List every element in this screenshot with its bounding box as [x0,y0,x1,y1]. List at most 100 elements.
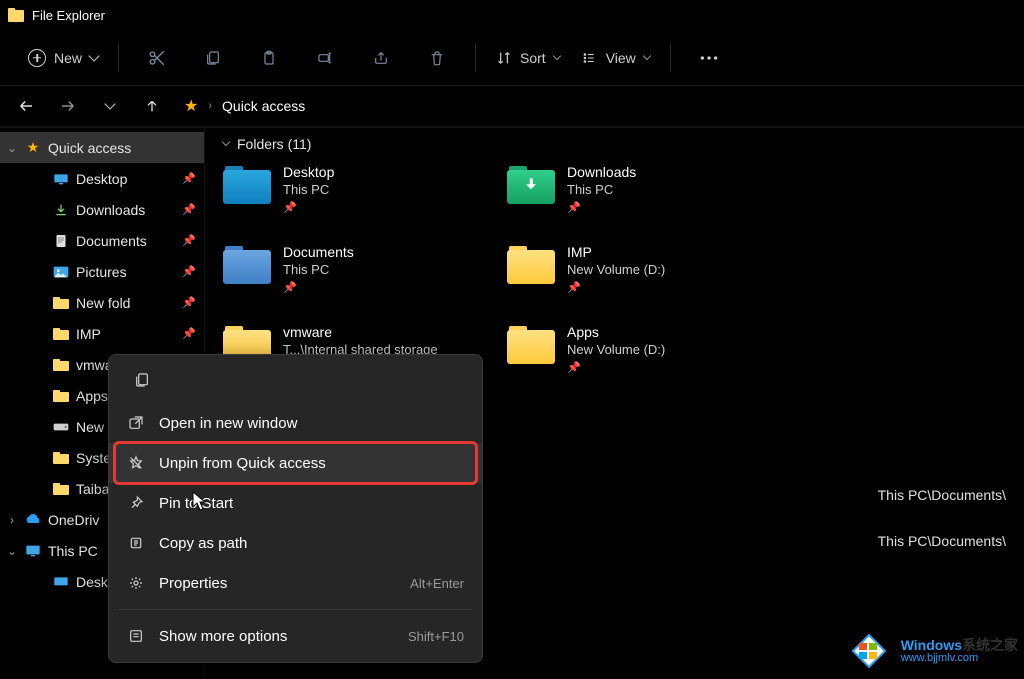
up-button[interactable] [138,92,166,120]
tree-quick-access[interactable]: ⌄ ★ Quick access [0,132,204,163]
ctx-properties[interactable]: Properties Alt+Enter [109,563,482,603]
tree-item[interactable]: Documents📌 [0,225,204,256]
tree-item[interactable]: New fold 📌 [0,287,204,318]
tree-item[interactable]: Pictures 📌 [0,256,204,287]
more-icon [127,627,145,645]
chevron-down-icon[interactable]: ⌄ [6,544,18,558]
pin-icon [127,494,145,512]
chevron-down-icon [643,51,651,59]
separator [670,44,671,72]
arrow-up-icon [144,97,160,115]
pin-icon: 📌 [567,281,665,294]
separator [119,609,472,610]
recent-locations-button[interactable] [96,92,124,120]
ctx-label: Unpin from Quick access [159,455,326,472]
pin-icon: 📌 [283,281,354,294]
download-icon [52,202,70,218]
document-icon [52,233,70,249]
separator [475,44,476,72]
folder-icon [52,295,70,311]
tree-label: New fold [76,295,176,311]
pin-icon: 📌 [182,265,198,278]
folder-item[interactable]: AppsNew Volume (D:)📌 [507,324,775,374]
ellipsis-icon [699,55,719,61]
group-label: Folders (11) [237,136,311,152]
toolbar: New Sort View [0,30,1024,86]
breadcrumb-separator: › [208,100,212,112]
folder-item[interactable]: Documents This PC 📌 [223,244,491,294]
folder-name: vmware [283,324,438,340]
chevron-right-icon[interactable]: › [6,513,18,527]
pin-icon: 📌 [283,201,334,214]
watermark-line1: Windows系统之家 [901,638,1018,653]
ctx-shortcut: Alt+Enter [410,576,464,591]
tree-item[interactable]: Desktop📌 [0,163,204,194]
new-button[interactable]: New [18,43,108,73]
cut-button[interactable] [137,42,177,74]
open-external-icon [127,414,145,432]
navbar: ★ › Quick access [0,86,1024,126]
pin-icon: 📌 [182,296,198,309]
view-button[interactable]: View [570,44,660,72]
ctx-label: Open in new window [159,415,297,432]
share-button[interactable] [361,42,401,74]
picture-icon [52,264,70,280]
folder-icon [52,450,70,466]
folder-item[interactable]: DesktopThis PC📌 [223,164,491,214]
copy-icon [134,371,150,389]
ctx-pin-to-start[interactable]: Pin to Start [109,483,482,523]
tree-label: Desktop [76,171,176,187]
arrow-right-icon [59,97,77,115]
ctx-show-more-options[interactable]: Show more options Shift+F10 [109,616,482,656]
folder-name: Documents [283,244,354,260]
clipboard-icon [261,49,277,67]
tree-label: Pictures [76,264,176,280]
ctx-label: Show more options [159,628,287,645]
paste-button[interactable] [249,42,289,74]
monitor-icon [52,574,70,590]
tree-label: Downloads [76,202,176,218]
titlebar: File Explorer [0,0,1024,30]
pin-icon: 📌 [182,203,198,216]
delete-button[interactable] [417,42,457,74]
folder-icon [507,326,555,366]
properties-icon [127,574,145,592]
ctx-open-in-new-window[interactable]: Open in new window [109,403,482,443]
folder-name: IMP [567,244,665,260]
folder-subtitle: This PC [283,262,354,277]
folder-icon [223,166,271,206]
tree-item[interactable]: Downloads 📌 [0,194,204,225]
copy-path-icon [127,534,145,552]
folder-name: Downloads [567,164,636,180]
monitor-icon [24,543,42,559]
forward-button[interactable] [54,92,82,120]
folder-icon [507,246,555,286]
rename-button[interactable] [305,42,345,74]
copy-button[interactable] [125,365,159,395]
sort-button[interactable]: Sort [486,44,570,72]
group-header[interactable]: Folders (11) [223,136,1006,152]
ctx-copy-as-path[interactable]: Copy as path [109,523,482,563]
ctx-label: Properties [159,575,227,592]
tree-item[interactable]: IMP📌 [0,318,204,349]
recent-paths: This PC\Documents\ This PC\Documents\ [878,487,1006,549]
windows-logo-icon [845,627,893,675]
view-icon [580,51,598,65]
back-button[interactable] [12,92,40,120]
copy-icon [205,49,221,67]
ctx-unpin-quick-access[interactable]: Unpin from Quick access [109,443,482,483]
watermark-url: www.bjjmlv.com [901,653,1018,665]
folder-item[interactable]: IMPNew Volume (D:)📌 [507,244,775,294]
folder-icon [223,246,271,286]
star-icon: ★ [24,140,42,156]
plus-circle-icon [28,49,46,67]
copy-button[interactable] [193,42,233,74]
folder-item[interactable]: DownloadsThis PC📌 [507,164,775,214]
address-bar[interactable]: ★ › Quick access [180,96,1012,116]
chevron-down-icon[interactable]: ⌄ [6,141,18,155]
more-button[interactable] [689,42,729,74]
ctx-label: Pin to Start [159,495,233,512]
trash-icon [429,49,445,67]
context-quick-actions [109,361,482,403]
rename-icon [316,50,334,66]
